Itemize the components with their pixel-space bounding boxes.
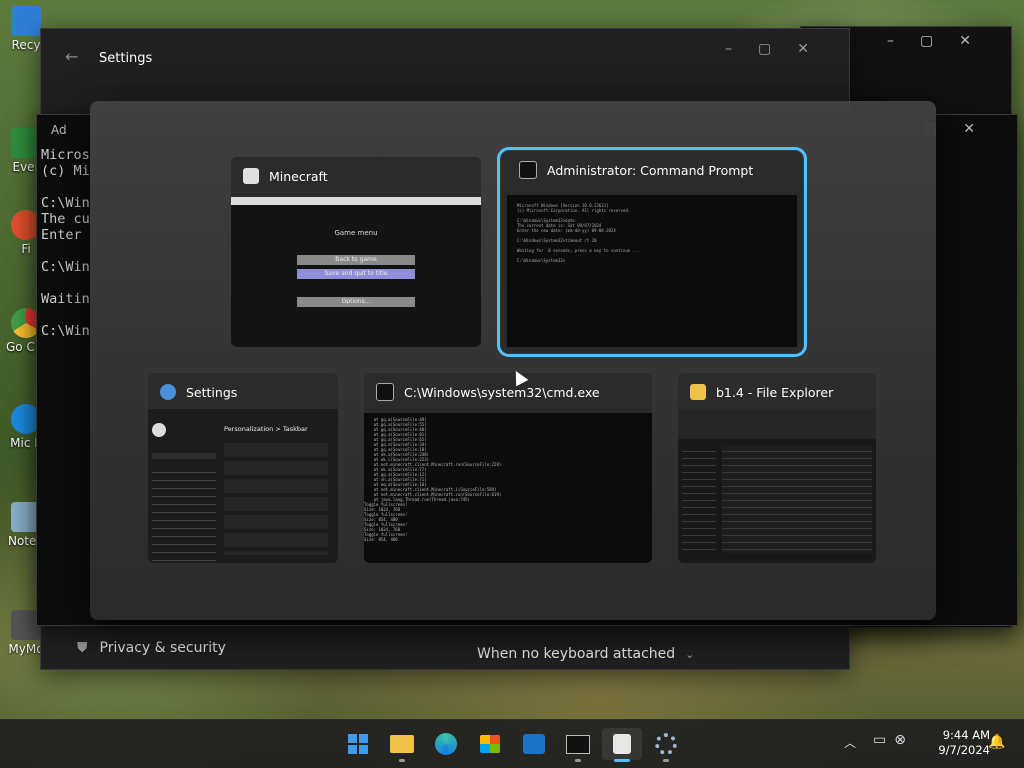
system-tray[interactable]: ▭ ⊗	[873, 732, 906, 748]
clock-date: 9/7/2024	[938, 743, 990, 757]
nav-item-label: Privacy & security	[99, 640, 226, 656]
cmd-icon	[519, 161, 537, 179]
card-title: Administrator: Command Prompt	[547, 162, 754, 178]
taskbar: ︿ ▭ ⊗ 9:44 AM 9/7/2024 🔔	[0, 719, 1024, 768]
window-thumbnail	[678, 409, 876, 563]
store-icon	[480, 735, 500, 753]
card-title: C:\Windows\system32\cmd.exe	[404, 384, 600, 400]
network-icon[interactable]: ▭	[873, 732, 886, 748]
taskbar-clock[interactable]: 9:44 AM 9/7/2024	[924, 728, 990, 758]
back-arrow-icon[interactable]: ←	[65, 47, 78, 66]
chevron-down-icon: ⌄	[685, 647, 695, 661]
dropdown-value: When no keyboard attached	[477, 646, 676, 662]
cmd-icon	[566, 734, 590, 754]
thumb-button: Back to game	[297, 255, 415, 265]
volume-mute-icon[interactable]: ⊗	[894, 732, 906, 748]
notification-bell-icon[interactable]: 🔔	[988, 734, 1005, 750]
java-icon	[243, 168, 259, 184]
taskbar-outlook[interactable]	[514, 728, 554, 760]
window-thumbnail: Microsoft Windows [Version 10.0.22631] (…	[507, 195, 797, 347]
card-title: Minecraft	[269, 168, 328, 184]
window-thumbnail: Personalization > Taskbar	[148, 409, 338, 563]
window-title: Settings	[99, 51, 153, 66]
shield-icon: ⛊	[77, 640, 88, 656]
window-title: Ad	[51, 123, 67, 137]
taskbar-terminal[interactable]	[558, 728, 598, 762]
edge-icon	[435, 733, 457, 755]
folder-icon	[690, 384, 706, 400]
switcher-card-explorer[interactable]: b1.4 - File Explorer	[678, 373, 876, 563]
window-controls[interactable]: –▢✕	[725, 41, 835, 57]
card-title: Settings	[186, 384, 238, 400]
thumb-button: Options...	[297, 297, 415, 307]
card-title: b1.4 - File Explorer	[716, 384, 834, 400]
taskbar-start-button[interactable]	[338, 728, 378, 760]
taskbar-store[interactable]	[470, 728, 510, 760]
switcher-card-settings[interactable]: Settings Personalization > Taskbar	[148, 373, 338, 563]
nav-item-privacy-security[interactable]: ⛊ Privacy & security	[49, 631, 497, 665]
switcher-card-minecraft[interactable]: Minecraft Game menu Back to game Save an…	[231, 157, 481, 347]
window-thumbnail: at gq.a(SourceFile:49) at gq.a(SourceFil…	[364, 413, 652, 563]
gear-icon	[655, 733, 677, 755]
thumb-heading: Personalization > Taskbar	[224, 425, 308, 433]
windows-logo-icon	[348, 734, 368, 754]
switcher-card-cmd[interactable]: C:\Windows\system32\cmd.exe at gq.a(Sour…	[364, 373, 652, 563]
outlook-icon	[523, 734, 545, 754]
show-hidden-icons-chevron[interactable]: ︿	[844, 734, 856, 751]
taskbar-java[interactable]	[602, 728, 642, 762]
clock-time: 9:44 AM	[942, 728, 990, 742]
folder-icon	[390, 735, 414, 753]
cmd-icon	[376, 383, 394, 401]
thumb-menu-title: Game menu	[334, 229, 378, 237]
taskbar-file-explorer[interactable]	[382, 728, 422, 762]
taskbar-edge[interactable]	[426, 728, 466, 760]
window-controls[interactable]: –▢✕	[887, 33, 997, 49]
recycle-bin-icon	[11, 6, 41, 36]
task-switcher: Minecraft Game menu Back to game Save an…	[90, 101, 936, 620]
window-thumbnail: Game menu Back to game Save and quit to …	[231, 197, 481, 347]
taskbar-settings[interactable]	[646, 728, 686, 762]
java-icon	[613, 734, 631, 754]
switcher-card-admin-cmd[interactable]: Administrator: Command Prompt Microsoft …	[497, 147, 807, 357]
console-output: Micros (c) Mi C:\Win The cu Enter C:\Win…	[41, 147, 90, 339]
keyboard-dropdown[interactable]: When no keyboard attached ⌄	[465, 639, 707, 669]
gear-icon	[160, 384, 176, 400]
thumb-button: Save and quit to title	[297, 269, 415, 279]
